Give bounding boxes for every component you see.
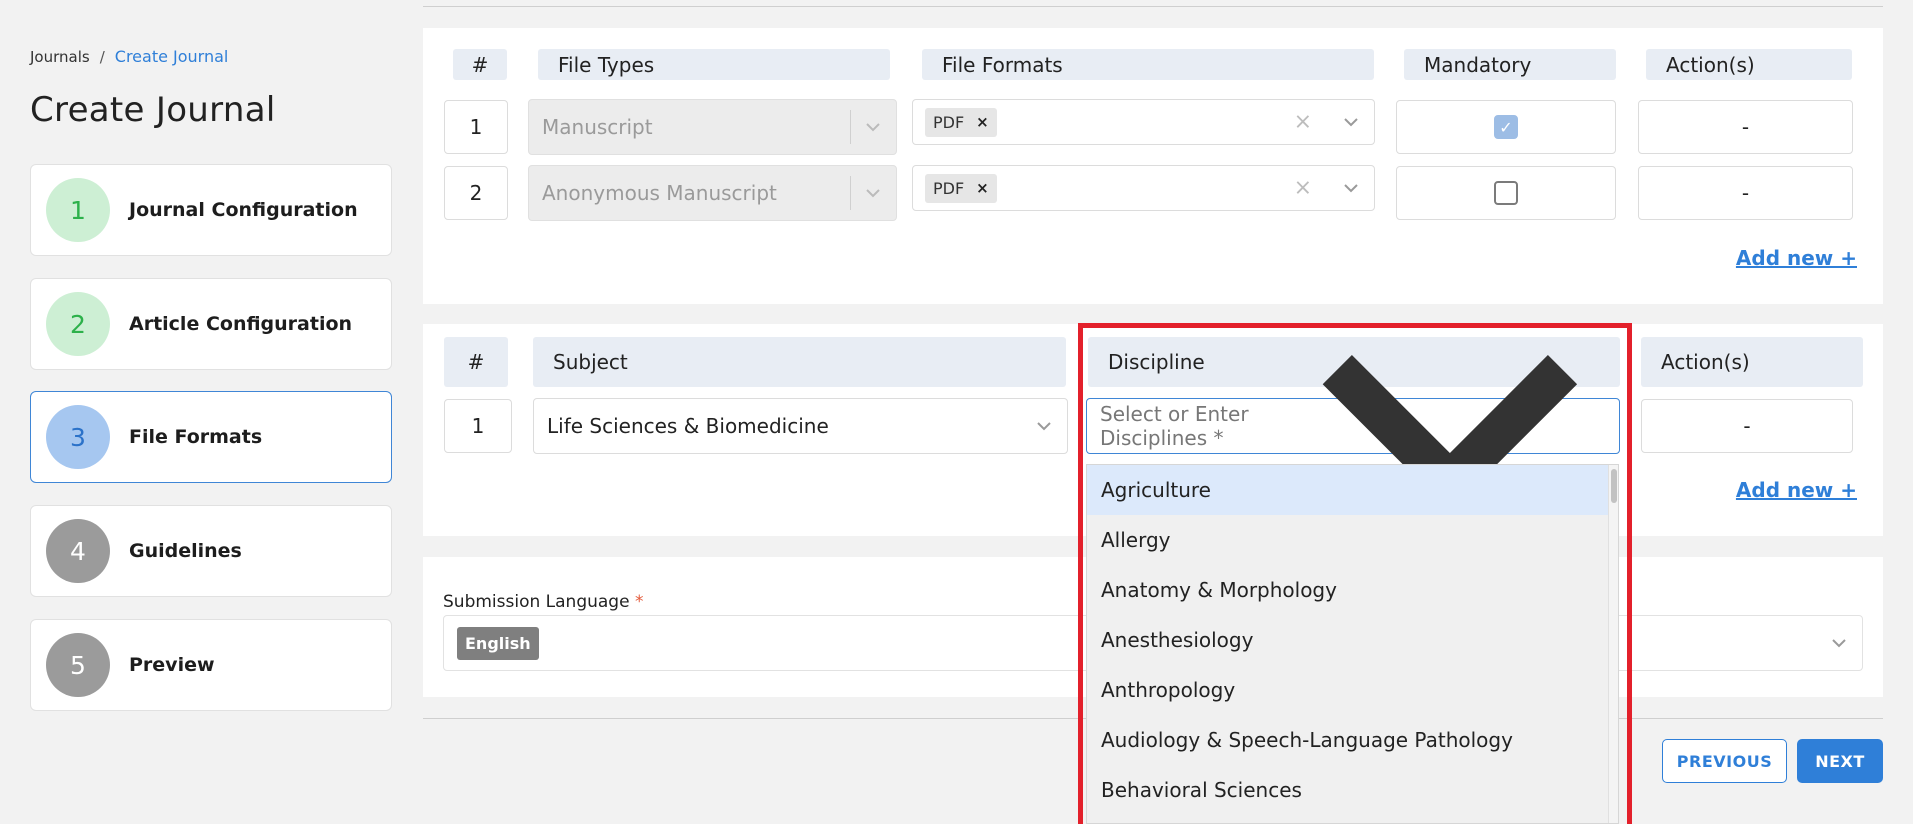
breadcrumb-separator: / — [99, 47, 105, 66]
file-type-select: Manuscript — [528, 99, 897, 155]
discipline-option[interactable]: Audiology & Speech-Language Pathology — [1087, 715, 1618, 765]
file-format-select[interactable]: PDF × × — [912, 99, 1375, 145]
action-cell: - — [1638, 100, 1853, 154]
col-header-actions: Action(s) — [1641, 337, 1863, 387]
col-header-num: # — [444, 337, 508, 387]
chevron-down-icon — [866, 123, 880, 132]
format-tag-label: PDF — [933, 112, 965, 132]
page-title: Create Journal — [30, 90, 276, 130]
row-number: 1 — [444, 399, 512, 453]
chevron-down-icon — [866, 189, 880, 198]
remove-tag-icon[interactable]: × — [976, 113, 989, 131]
mandatory-checkbox[interactable] — [1494, 181, 1518, 205]
subject-value: Life Sciences & Biomedicine — [547, 414, 829, 438]
col-header-file-types: File Types — [538, 49, 890, 80]
step-article-configuration[interactable]: 2 Article Configuration — [30, 278, 392, 370]
top-divider — [423, 6, 1883, 7]
remove-tag-icon[interactable]: × — [976, 179, 989, 197]
step-number: 3 — [46, 405, 110, 469]
file-type-value: Anonymous Manuscript — [542, 181, 777, 205]
step-label: Guidelines — [129, 540, 242, 562]
file-type-select: Anonymous Manuscript — [528, 165, 897, 221]
step-file-formats[interactable]: 3 File Formats — [30, 391, 392, 483]
step-preview[interactable]: 5 Preview — [30, 619, 392, 711]
discipline-select[interactable]: Select or Enter Disciplines * — [1086, 355, 1620, 512]
discipline-option[interactable]: Agriculture — [1087, 465, 1618, 515]
file-format-select[interactable]: PDF × × — [912, 165, 1375, 211]
previous-button[interactable]: PREVIOUS — [1662, 739, 1787, 783]
row-number: 2 — [444, 166, 508, 220]
clear-icon[interactable]: × — [1294, 176, 1312, 201]
discipline-option-list: Agriculture Allergy Anatomy & Morphology… — [1087, 465, 1618, 815]
breadcrumb-journals-link[interactable]: Journals — [30, 48, 90, 66]
chevron-down-icon[interactable] — [1342, 179, 1360, 197]
discipline-dropdown[interactable]: Agriculture Allergy Anatomy & Morphology… — [1086, 464, 1619, 824]
step-label: Journal Configuration — [129, 199, 358, 221]
scrollbar-thumb[interactable] — [1611, 469, 1617, 503]
mandatory-cell: ✓ — [1396, 100, 1616, 154]
submission-language-label: Submission Language * — [443, 592, 643, 612]
discipline-option[interactable]: Anesthesiology — [1087, 615, 1618, 665]
file-types-panel: # File Types File Formats Mandatory Acti… — [423, 28, 1883, 304]
chevron-down-icon[interactable] — [1035, 417, 1053, 435]
file-type-value: Manuscript — [542, 115, 653, 139]
discipline-placeholder: Select or Enter Disciplines * — [1100, 402, 1249, 450]
add-new-subject-link[interactable]: Add new + — [1736, 478, 1857, 502]
required-mark: * — [634, 592, 644, 612]
step-number: 5 — [46, 633, 110, 697]
discipline-option[interactable]: Anatomy & Morphology — [1087, 565, 1618, 615]
mandatory-cell — [1396, 166, 1616, 220]
step-journal-configuration[interactable]: 1 Journal Configuration — [30, 164, 392, 256]
language-tag: English — [457, 626, 539, 660]
add-new-file-type-link[interactable]: Add new + — [1736, 246, 1857, 270]
chevron-down-icon[interactable] — [1342, 113, 1360, 131]
step-number: 4 — [46, 519, 110, 583]
col-header-actions: Action(s) — [1646, 49, 1852, 80]
subject-select[interactable]: Life Sciences & Biomedicine — [533, 398, 1068, 454]
action-cell: - — [1641, 399, 1853, 453]
step-label: Article Configuration — [129, 313, 353, 335]
breadcrumb-current[interactable]: Create Journal — [115, 47, 229, 66]
col-header-file-formats: File Formats — [922, 49, 1374, 80]
discipline-option[interactable]: Allergy — [1087, 515, 1618, 565]
submission-language-label-text: Submission Language — [443, 592, 630, 612]
discipline-option[interactable]: Behavioral Sciences — [1087, 765, 1618, 815]
col-header-subject: Subject — [533, 337, 1066, 387]
step-label: Preview — [129, 654, 215, 676]
step-number: 2 — [46, 292, 110, 356]
discipline-option[interactable]: Anthropology — [1087, 665, 1618, 715]
format-tag-label: PDF — [933, 178, 965, 198]
row-number: 1 — [444, 100, 508, 154]
chevron-down-icon[interactable] — [1830, 634, 1848, 652]
step-guidelines[interactable]: 4 Guidelines — [30, 505, 392, 597]
select-divider — [850, 110, 851, 144]
dropdown-scrollbar[interactable] — [1608, 465, 1618, 823]
clear-icon[interactable]: × — [1294, 110, 1312, 135]
col-header-mandatory: Mandatory — [1404, 49, 1616, 80]
format-tag: PDF × — [925, 107, 997, 137]
mandatory-checkbox[interactable]: ✓ — [1494, 115, 1518, 139]
breadcrumb: Journals / Create Journal — [30, 47, 228, 66]
format-tag: PDF × — [925, 173, 997, 203]
step-label: File Formats — [129, 426, 263, 448]
col-header-num: # — [453, 49, 507, 80]
select-divider — [850, 176, 851, 210]
step-number: 1 — [46, 178, 110, 242]
action-cell: - — [1638, 166, 1853, 220]
next-button[interactable]: NEXT — [1797, 739, 1883, 783]
